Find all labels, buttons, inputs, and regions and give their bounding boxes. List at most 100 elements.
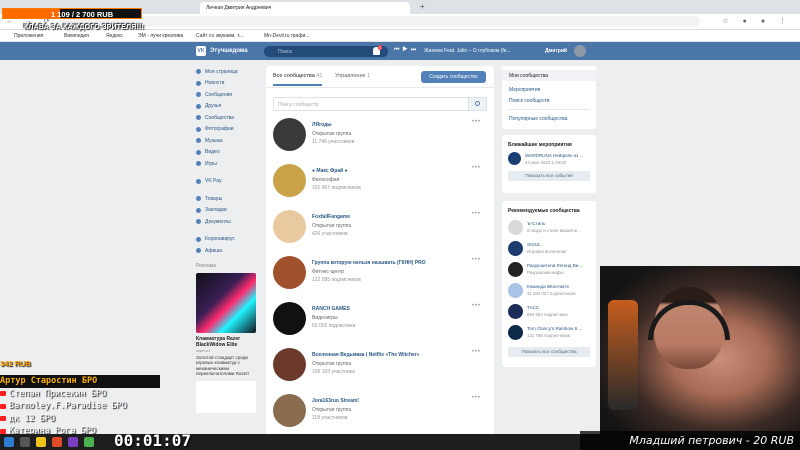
community-row[interactable]: ● Макс Фрай ● Философия 101 967 подписчико… [273, 162, 487, 208]
recommended-avatar[interactable] [508, 304, 523, 319]
menu-item-video[interactable]: Видео [196, 147, 262, 159]
recommended-avatar[interactable] [508, 325, 523, 340]
more-options-icon[interactable]: ••• [472, 211, 481, 217]
more-options-icon[interactable]: ••• [472, 165, 481, 171]
app-icon[interactable] [52, 437, 62, 447]
community-name[interactable]: FoxfallFangame [312, 214, 350, 220]
community-avatar[interactable] [273, 256, 306, 289]
menu-item-music[interactable]: Музыка [196, 135, 262, 147]
community-row[interactable]: ЛЯгоды Открытая группа 11 746 участников ••… [273, 116, 487, 162]
more-options-icon[interactable]: ••• [472, 257, 481, 263]
more-options-icon[interactable]: ••• [472, 119, 481, 125]
avatar[interactable] [574, 45, 586, 57]
community-row[interactable]: FoxfallFangame Открытая группа 426 участни… [273, 208, 487, 254]
tab-manage[interactable]: Управление 1 [335, 73, 370, 79]
ad-image-2[interactable] [196, 380, 256, 413]
recommended-name[interactable]: ТАСС [527, 305, 593, 310]
menu-item-goods[interactable]: Товары [196, 193, 262, 205]
now-playing-track[interactable]: Жизнем Feat. Jolin – О глубоком (fe... [424, 48, 511, 54]
community-search-input[interactable]: Поиск сообществ [273, 97, 487, 111]
recommended-name[interactable]: SIGUL [527, 242, 593, 247]
menu-item-friends[interactable]: Друзья [196, 101, 262, 113]
nav-events[interactable]: Мероприятия [502, 84, 596, 95]
event-name[interactable]: WARDRUNA Нейфолк из ... [525, 153, 595, 158]
menu-item-photos[interactable]: Фотографии [196, 124, 262, 136]
bookmark-item[interactable]: Сайт со звуками, т... [196, 33, 243, 39]
bookmark-item[interactable]: Яндекс [106, 33, 123, 39]
more-options-icon[interactable]: ••• [472, 349, 481, 355]
menu-item-my-page[interactable]: Моя страница [196, 66, 262, 78]
menu-item-messages[interactable]: Сообщения [196, 89, 262, 101]
ad-keyboard-image[interactable] [196, 272, 256, 333]
folder-icon[interactable] [36, 437, 46, 447]
community-avatar[interactable] [273, 348, 306, 381]
community-name[interactable]: ● Макс Фрай ● [312, 168, 348, 174]
create-community-button[interactable]: Создать сообщество [421, 71, 486, 83]
tab-all-communities[interactable]: Все сообщества 41 [273, 73, 323, 86]
community-name[interactable]: Jora163ruo Stream! [312, 398, 359, 404]
show-all-communities-button[interactable]: Показать все сообщества [508, 347, 590, 357]
community-name[interactable]: ЛЯгоды [312, 122, 332, 128]
user-name[interactable]: Дмитрий [545, 48, 567, 54]
community-row[interactable]: Вселенная Ведьмака | Netflix «The Witche… [273, 346, 487, 392]
nav-my-communities[interactable]: Мои сообщества [502, 70, 596, 81]
recommended-name[interactable]: Команда ВКонтакте [527, 284, 593, 289]
community-avatar[interactable] [273, 118, 306, 151]
show-all-events-button[interactable]: Показать все события [508, 171, 590, 181]
menu-item-bookmarks[interactable]: Закладки [196, 205, 262, 217]
chrome-icon[interactable] [84, 437, 94, 447]
recommended-name[interactable]: Ъ-Стиль [527, 221, 593, 226]
menu-item-afisha[interactable]: Афиша [196, 245, 262, 257]
community-row[interactable]: Группа которую нельзя называть (ГКНН) PR… [273, 254, 487, 300]
community-row[interactable]: RANCH GAMES Видеоигры 50 002 подписчика ••• [273, 300, 487, 346]
url-field[interactable] [60, 16, 700, 27]
search-button[interactable] [468, 98, 486, 110]
community-row[interactable]: Jora163ruo Stream! Открытая группа 118 уча… [273, 392, 487, 438]
recommended-item[interactable]: Разрушители Легенд Ви... Разрушаем мифы [508, 260, 596, 281]
extension-icons[interactable]: ☆ ● ● ⋮ [722, 17, 792, 25]
recommended-item[interactable]: Ъ-Стиль О моде и стиле вашей ж... [508, 218, 596, 239]
menu-item-games[interactable]: Игры [196, 158, 262, 170]
bookmark-item[interactable]: Mn-Devil.ru графи... [264, 33, 309, 39]
recommended-avatar[interactable] [508, 262, 523, 277]
search-icon[interactable] [20, 437, 30, 447]
ad-title[interactable]: Клавиатура Razer BlackWidow Elite [196, 336, 262, 348]
app-icon[interactable] [68, 437, 78, 447]
recommended-item[interactable]: ТАСС 864 554 подписчика [508, 302, 596, 323]
bookmark-item[interactable]: ЭМ - лучи креатива [138, 33, 183, 39]
menu-item-communities[interactable]: Сообщества [196, 112, 262, 124]
menu-item-coronavirus[interactable]: Коронавирус [196, 234, 262, 246]
bookmark-item[interactable]: Приложения [14, 33, 43, 39]
recommended-avatar[interactable] [508, 283, 523, 298]
nav-search-communities[interactable]: Поиск сообществ [502, 95, 596, 106]
community-name[interactable]: Группа которую нельзя называть (ГКНН) PR… [312, 260, 426, 266]
header-search-input[interactable]: Поиск [264, 46, 388, 57]
browser-tab[interactable]: Личная Дмитрия Андреевич [200, 2, 410, 14]
community-avatar[interactable] [273, 164, 306, 197]
recommended-name[interactable]: Разрушители Легенд Ви... [527, 263, 593, 268]
vk-logo-icon[interactable]: VK [196, 46, 206, 56]
event-item[interactable]: WARDRUNA Нейфолк из ... 24 июн 2020 в 19… [508, 152, 596, 168]
community-avatar[interactable] [273, 210, 306, 243]
community-avatar[interactable] [273, 394, 306, 427]
menu-item-news[interactable]: Новости [196, 78, 262, 90]
community-name[interactable]: RANCH GAMES [312, 306, 350, 312]
nav-popular[interactable]: Популярные сообщества [502, 113, 596, 124]
recommended-item[interactable]: Tom Clancy's Rainbow 6 ... 121 788 подпис… [508, 323, 596, 344]
menu-item-vkpay[interactable]: VK Pay [196, 176, 262, 188]
start-icon[interactable] [4, 437, 14, 447]
recommended-avatar[interactable] [508, 241, 523, 256]
bookmark-item[interactable]: Википедия [64, 33, 89, 39]
menu-item-documents[interactable]: Документы [196, 216, 262, 228]
more-options-icon[interactable]: ••• [472, 303, 481, 309]
community-avatar[interactable] [273, 302, 306, 335]
recommended-item[interactable]: SIGUL Игровая вселенная [508, 239, 596, 260]
recommended-name[interactable]: Tom Clancy's Rainbow 6 ... [527, 326, 593, 331]
community-name[interactable]: Вселенная Ведьмака | Netflix «The Witche… [312, 352, 420, 358]
new-tab-icon[interactable]: + [420, 2, 425, 11]
recommended-avatar[interactable] [508, 220, 523, 235]
recommended-item[interactable]: Команда ВКонтакте 11 093 027 подписчиков [508, 281, 596, 302]
more-options-icon[interactable]: ••• [472, 395, 481, 401]
ad-host[interactable]: razer.ru [196, 348, 262, 353]
player-controls-icon[interactable]: ⏮▶⏭ [394, 47, 419, 54]
